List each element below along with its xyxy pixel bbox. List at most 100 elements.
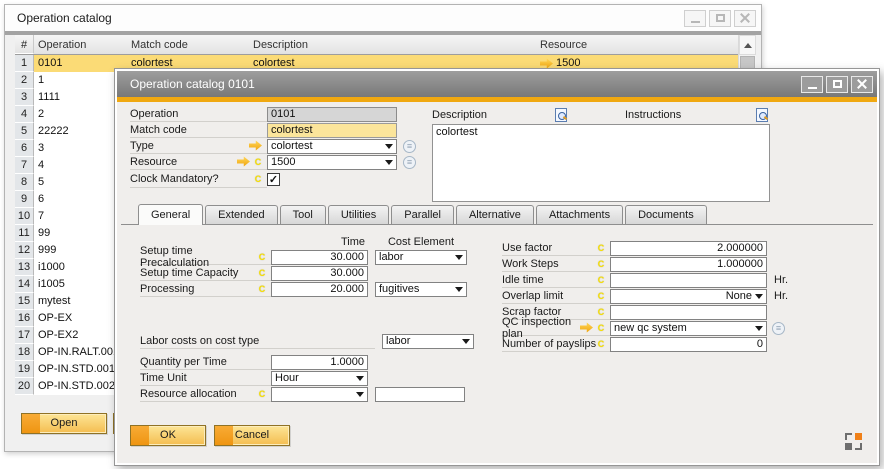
chevron-down-icon [455,287,463,296]
dialog-accent-stripe [117,97,877,102]
resource-allocation-label: Resource allocation [140,388,237,400]
processing-field[interactable]: 20.000 [271,282,368,297]
tab-attachments[interactable]: Attachments [536,205,623,224]
open-button[interactable]: Open [21,413,107,434]
match-code-field[interactable]: colortest [267,123,397,138]
type-dropdown[interactable]: colortest [267,139,397,154]
tab-tool[interactable]: Tool [280,205,326,224]
dialog-maximize-button[interactable] [826,76,848,93]
description-block: Description Instructions colortest [432,107,770,202]
col-match-code[interactable]: Match code [127,35,249,54]
instructions-label: Instructions [625,109,681,121]
choose-list-icon[interactable] [403,140,416,153]
idle-time-unit: Hr. [774,274,788,286]
clock-mandatory-checkbox[interactable] [267,173,280,186]
work-steps-field[interactable]: 1.000000 [610,257,767,272]
tab-strip: General Extended Tool Utilities Parallel… [121,205,873,225]
minimize-icon [808,87,817,89]
row-number: 5 [15,123,34,140]
c-flag-icon [258,389,266,399]
row-number: 2 [15,72,34,89]
ok-button[interactable]: OK [130,425,206,446]
link-arrow-icon[interactable] [580,322,593,333]
tab-extended[interactable]: Extended [205,205,277,224]
col-resource[interactable]: Resource [536,35,756,54]
tab-documents[interactable]: Documents [625,205,707,224]
chevron-down-icon [755,326,763,335]
window-title: Operation catalog [17,11,112,25]
tab-utilities[interactable]: Utilities [328,205,389,224]
operation-label: Operation [130,108,178,120]
col-operation[interactable]: Operation [34,35,127,54]
time-unit-label: Time Unit [140,372,187,384]
row-number: 18 [15,344,34,361]
setup-precalc-field[interactable]: 30.000 [271,250,368,265]
choose-list-icon[interactable] [403,156,416,169]
setup-precalc-cost-dropdown[interactable]: labor [375,250,467,265]
qty-per-time-field[interactable]: 1.0000 [271,355,368,370]
row-number: 1 [15,55,34,72]
overlap-limit-dropdown[interactable]: None [610,289,767,304]
resource-dropdown[interactable]: 1500 [267,155,397,170]
row-number: 19 [15,361,34,378]
close-button[interactable] [734,10,756,27]
description-preview-icon[interactable] [555,108,567,122]
general-right-column: Use factor 2.000000 Work Steps 1.000000 … [502,240,802,352]
row-number: 13 [15,259,34,276]
c-flag-icon [597,339,605,349]
clock-mandatory-label: Clock Mandatory? [130,173,219,185]
use-factor-label: Use factor [502,242,552,254]
setup-capacity-field[interactable]: 30.000 [271,266,368,281]
use-factor-field[interactable]: 2.000000 [610,241,767,256]
dialog-title: Operation catalog 0101 [130,77,255,91]
maximize-icon [833,80,842,88]
link-arrow-icon[interactable] [249,140,262,151]
overlap-limit-label: Overlap limit [502,290,563,302]
time-unit-dropdown[interactable]: Hour [271,371,368,386]
qc-inspection-plan-dropdown[interactable]: new qc system [610,321,767,336]
resource-allocation-dropdown[interactable] [271,387,368,402]
payslips-field[interactable]: 0 [610,337,767,352]
c-flag-icon [597,259,605,269]
payslips-label: Number of payslips [502,338,596,350]
col-num[interactable]: # [15,35,34,54]
row-number: 7 [15,157,34,174]
link-arrow-icon[interactable] [237,156,250,167]
dialog-close-button[interactable] [851,76,873,93]
idle-time-label: Idle time [502,274,544,286]
table-header[interactable]: # Operation Match code Description Resou… [15,35,756,55]
row-number: 14 [15,276,34,293]
col-description[interactable]: Description [249,35,536,54]
tab-alternative[interactable]: Alternative [456,205,534,224]
choose-list-icon[interactable] [772,322,785,335]
dialog-titlebar[interactable]: Operation catalog 0101 [117,71,877,97]
setup-capacity-label: Setup time Capacity [140,267,238,279]
processing-cost-dropdown[interactable]: fugitives [375,282,467,297]
row-number: 16 [15,310,34,327]
scroll-up-button[interactable] [739,35,756,55]
maximize-button[interactable] [709,10,731,27]
row-number: 6 [15,140,34,157]
labor-costs-dropdown[interactable]: labor [382,334,474,349]
chevron-down-icon [455,255,463,264]
tab-parallel[interactable]: Parallel [391,205,454,224]
row-number: 8 [15,174,34,191]
chevron-down-icon [462,339,470,348]
resize-grip-icon[interactable] [845,433,862,450]
description-textarea[interactable]: colortest [432,124,770,202]
tab-general[interactable]: General [138,204,203,225]
c-flag-icon [258,284,266,294]
work-steps-label: Work Steps [502,258,559,270]
match-code-label: Match code [130,124,187,136]
close-icon [740,13,750,23]
scrap-factor-field[interactable] [610,305,767,320]
minimize-button[interactable] [684,10,706,27]
window-titlebar[interactable]: Operation catalog [5,5,761,31]
idle-time-field[interactable] [610,273,767,288]
c-flag-icon [254,174,262,184]
dialog-minimize-button[interactable] [801,76,823,93]
cancel-button[interactable]: Cancel [214,425,290,446]
instructions-preview-icon[interactable] [756,108,768,122]
resource-allocation-extra-field[interactable] [375,387,465,402]
row-number: 4 [15,106,34,123]
